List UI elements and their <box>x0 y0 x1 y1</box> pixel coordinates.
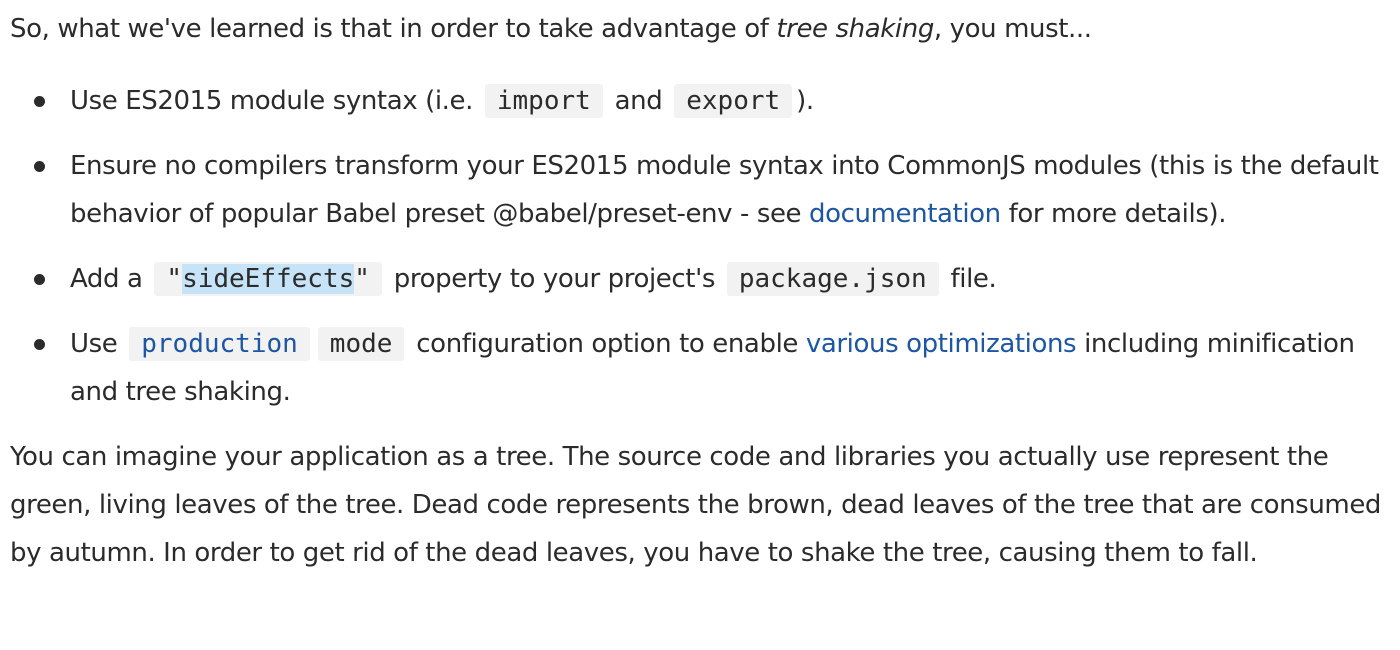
list-item-text: Add a <box>70 264 151 294</box>
list-item: Add a "sideEffects" property to your pro… <box>10 255 1395 303</box>
list-item: Use ES2015 module syntax (i.e. import an… <box>10 77 1395 125</box>
intro-text-start: So, what we've learned is that in order … <box>10 14 777 44</box>
documentation-link[interactable]: documentation <box>809 199 1001 229</box>
bullet-icon <box>34 96 45 107</box>
list-item-text: Use <box>70 329 126 359</box>
bullet-icon <box>34 161 45 172</box>
code-quote: " <box>166 264 183 294</box>
list-item-text: property to your project's <box>385 264 723 294</box>
production-link[interactable]: production <box>129 327 310 361</box>
intro-emphasis: tree shaking <box>776 14 934 44</box>
list-item-text: Use ES2015 module syntax (i.e. <box>70 86 481 116</box>
intro-text-end: , you must... <box>933 14 1092 44</box>
list-item-text: file. <box>942 264 997 294</box>
list-item-text: configuration option to enable <box>408 329 806 359</box>
code-quote: " <box>354 264 370 294</box>
requirements-list: Use ES2015 module syntax (i.e. import an… <box>10 77 1395 416</box>
intro-paragraph: So, what we've learned is that in order … <box>10 0 1395 48</box>
inline-code-import: import <box>484 84 603 118</box>
various-optimizations-link[interactable]: various optimizations <box>806 329 1077 359</box>
bullet-icon <box>34 339 45 350</box>
selected-text: sideEffects <box>182 264 355 294</box>
inline-code-mode: mode <box>317 327 405 361</box>
list-item: Ensure no compilers transform your ES201… <box>10 142 1395 238</box>
inline-code-package-json: package.json <box>726 262 939 296</box>
list-item-text: ). <box>796 86 814 116</box>
bullet-icon <box>34 274 45 285</box>
article-content: So, what we've learned is that in order … <box>10 0 1395 577</box>
list-item: Use production mode configuration option … <box>10 320 1395 416</box>
list-item-text: for more details). <box>1000 199 1227 229</box>
inline-code-export: export <box>674 84 793 118</box>
list-item-text: and <box>606 86 671 116</box>
inline-code-sideeffects: "sideEffects" <box>154 262 382 296</box>
tree-analogy-paragraph: You can imagine your application as a tr… <box>10 442 1382 568</box>
